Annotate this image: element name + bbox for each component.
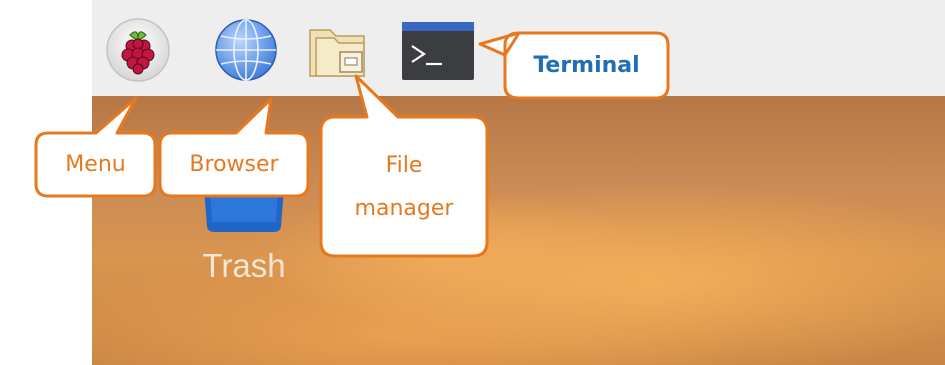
taskbar <box>92 0 945 96</box>
file-manager-callout-line1: File <box>385 153 423 178</box>
browser-callout-label: Browser <box>189 152 279 177</box>
trash-label: Trash <box>202 247 286 284</box>
file-manager-button[interactable] <box>306 18 370 82</box>
browser-button[interactable] <box>214 18 278 82</box>
menu-callout-label: Menu <box>65 152 126 177</box>
terminal-icon <box>402 22 474 80</box>
terminal-button[interactable] <box>398 18 474 82</box>
menu-button[interactable] <box>106 18 170 82</box>
file-manager-callout-line2: manager <box>354 196 454 221</box>
trash-can-icon <box>203 176 285 232</box>
raspberry-icon <box>106 18 170 82</box>
trash-desktop-icon[interactable]: Trash <box>194 176 294 296</box>
folder-icon <box>309 29 365 77</box>
terminal-callout-label: Terminal <box>533 53 640 78</box>
globe-icon <box>215 19 277 81</box>
